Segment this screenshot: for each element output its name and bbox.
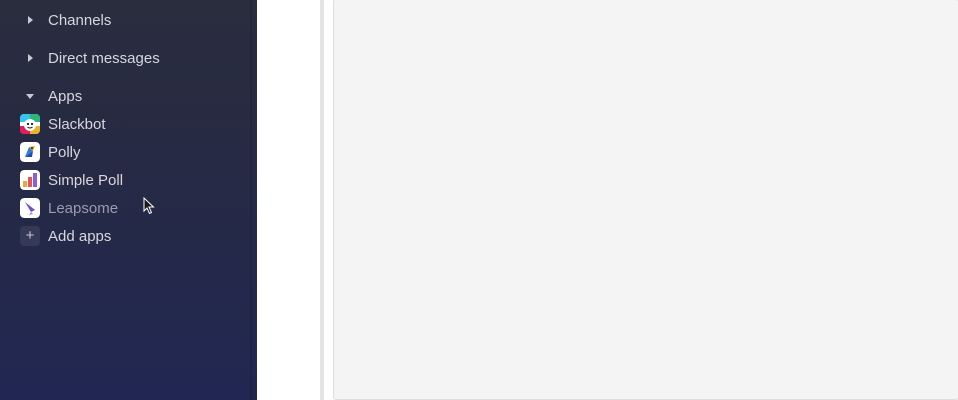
sidebar-item-leapsome[interactable]: Leapsome [0,194,257,222]
gutter [257,0,320,400]
app-label-leapsome: Leapsome [48,199,119,217]
sidebar: Channels Direct messages Apps Slackbot P… [0,0,257,400]
add-apps-button[interactable]: + Add apps [0,222,257,250]
sidebar-item-polly[interactable]: Polly [0,138,257,166]
app-label-polly: Polly [48,143,81,161]
mouse-cursor-icon [143,197,155,215]
sidebar-item-slackbot[interactable]: Slackbot [0,110,257,138]
plus-icon: + [20,226,40,246]
app-label-slackbot: Slackbot [48,115,106,133]
caret-right-icon [25,15,35,25]
slackbot-icon [20,114,40,134]
section-apps[interactable]: Apps [0,82,257,110]
caret-down-icon [25,91,35,101]
section-channels[interactable]: Channels [0,6,257,34]
leapsome-icon [20,198,40,218]
section-label-apps: Apps [48,87,83,105]
caret-right-icon [25,53,35,63]
pane-divider[interactable] [320,0,324,400]
section-direct-messages[interactable]: Direct messages [0,44,257,72]
app-label-simple-poll: Simple Poll [48,171,124,189]
section-label-channels: Channels [48,11,112,29]
polly-icon [20,142,40,162]
simple-poll-icon [20,170,40,190]
section-label-direct-messages: Direct messages [48,49,160,67]
content-pane [333,0,958,400]
sidebar-item-simple-poll[interactable]: Simple Poll [0,166,257,194]
add-apps-label: Add apps [48,227,112,245]
